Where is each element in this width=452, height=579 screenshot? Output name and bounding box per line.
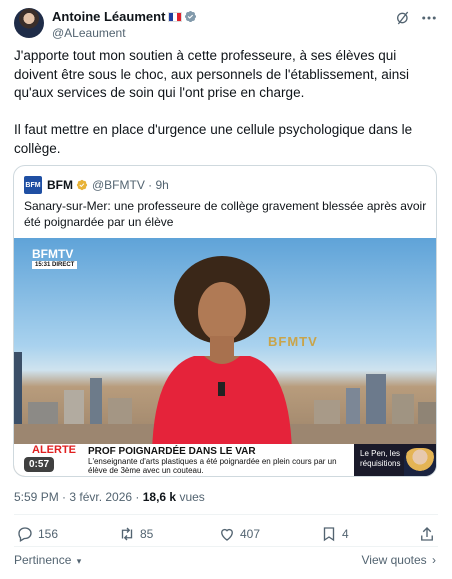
reply-icon — [18, 527, 32, 542]
verified-icon — [76, 179, 88, 191]
chevron-right-icon: › — [432, 553, 436, 567]
bookmark-button[interactable]: 4 — [320, 525, 349, 543]
bookmark-icon — [323, 527, 335, 542]
quoted-author-name[interactable]: BFM — [47, 178, 73, 192]
quoted-tweet-text: Sanary-sur-Mer: une professeure de collè… — [24, 199, 427, 229]
quoted-tweet-header: BFM BFM @BFMTV · 9h — [24, 176, 169, 194]
bfm-logo[interactable]: BFM — [24, 176, 42, 194]
france-flag-icon — [168, 12, 183, 22]
repost-button[interactable]: 85 — [118, 525, 153, 543]
side-thumbnail — [404, 448, 436, 476]
quoted-handle-time[interactable]: @BFMTV · 9h — [92, 178, 169, 192]
sort-dropdown[interactable]: Pertinence ▾ — [14, 553, 81, 567]
tweet-paragraph: J'apporte tout mon soutien à cette profe… — [14, 48, 410, 100]
views-label: vues — [176, 490, 205, 504]
side-headline-text: Le Pen, les réquisitions — [360, 449, 401, 468]
news-anchor — [152, 256, 292, 453]
like-count: 407 — [240, 527, 261, 541]
repost-count: 85 — [140, 527, 154, 541]
view-quotes-label: View quotes — [361, 553, 427, 567]
bookmark-count: 4 — [342, 527, 349, 541]
author-name-row[interactable]: Antoine Léaument — [52, 9, 197, 24]
video-duration: 0:57 — [24, 457, 55, 472]
reply-count: 156 — [38, 527, 59, 541]
chevron-down-icon: ▾ — [76, 556, 82, 566]
video-player[interactable]: BFMTV 15:31 DIRECT BFMTV ALERTE PROF POI… — [14, 238, 436, 476]
author-handle[interactable]: @ALeaument — [52, 26, 126, 40]
author-name[interactable]: Antoine Léaument — [52, 9, 165, 24]
like-icon — [221, 528, 233, 541]
tweet-text: J'apporte tout mon soutien à cette profe… — [14, 47, 439, 177]
grok-icon[interactable] — [393, 8, 413, 28]
divider — [14, 546, 438, 547]
reply-button[interactable]: 156 — [16, 525, 58, 543]
banner-subtitle: L'enseignante d'arts plastiques a été po… — [88, 457, 337, 475]
news-banner: ALERTE PROF POIGNARDÉE DANS LE VAR L'ens… — [14, 444, 436, 476]
share-icon — [421, 527, 433, 541]
banner-title: PROF POIGNARDÉE DANS LE VAR — [88, 446, 256, 457]
tweet-timestamp[interactable]: 5:59 PM · 3 févr. 2026 · 18,6 k vues — [14, 490, 205, 504]
like-button[interactable]: 407 — [218, 525, 260, 543]
view-quotes-link[interactable]: View quotes › — [362, 553, 437, 567]
timestamp-time[interactable]: 5:59 PM · 3 févr. 2026 · — [14, 490, 143, 504]
repost-icon — [121, 527, 133, 541]
live-time: 15:31 DIRECT — [32, 261, 78, 269]
side-headline: Le Pen, les réquisitions — [354, 444, 436, 476]
tweet-paragraph: Il faut mettre en place d'urgence une ce… — [14, 122, 413, 156]
tweet-header: Antoine Léaument @ALeaument — [14, 6, 438, 42]
avatar[interactable] — [14, 8, 44, 38]
share-button[interactable] — [418, 525, 436, 543]
verified-icon — [185, 10, 197, 23]
alert-label: ALERTE — [32, 444, 76, 456]
views-count: 18,6 k — [142, 490, 177, 504]
quoted-tweet[interactable]: BFM BFM @BFMTV · 9h Sanary-sur-Mer: une … — [13, 165, 437, 477]
channel-logo: BFMTV — [32, 247, 74, 261]
more-icon[interactable] — [419, 8, 439, 28]
sort-label: Pertinence — [14, 553, 72, 567]
divider — [14, 514, 438, 515]
